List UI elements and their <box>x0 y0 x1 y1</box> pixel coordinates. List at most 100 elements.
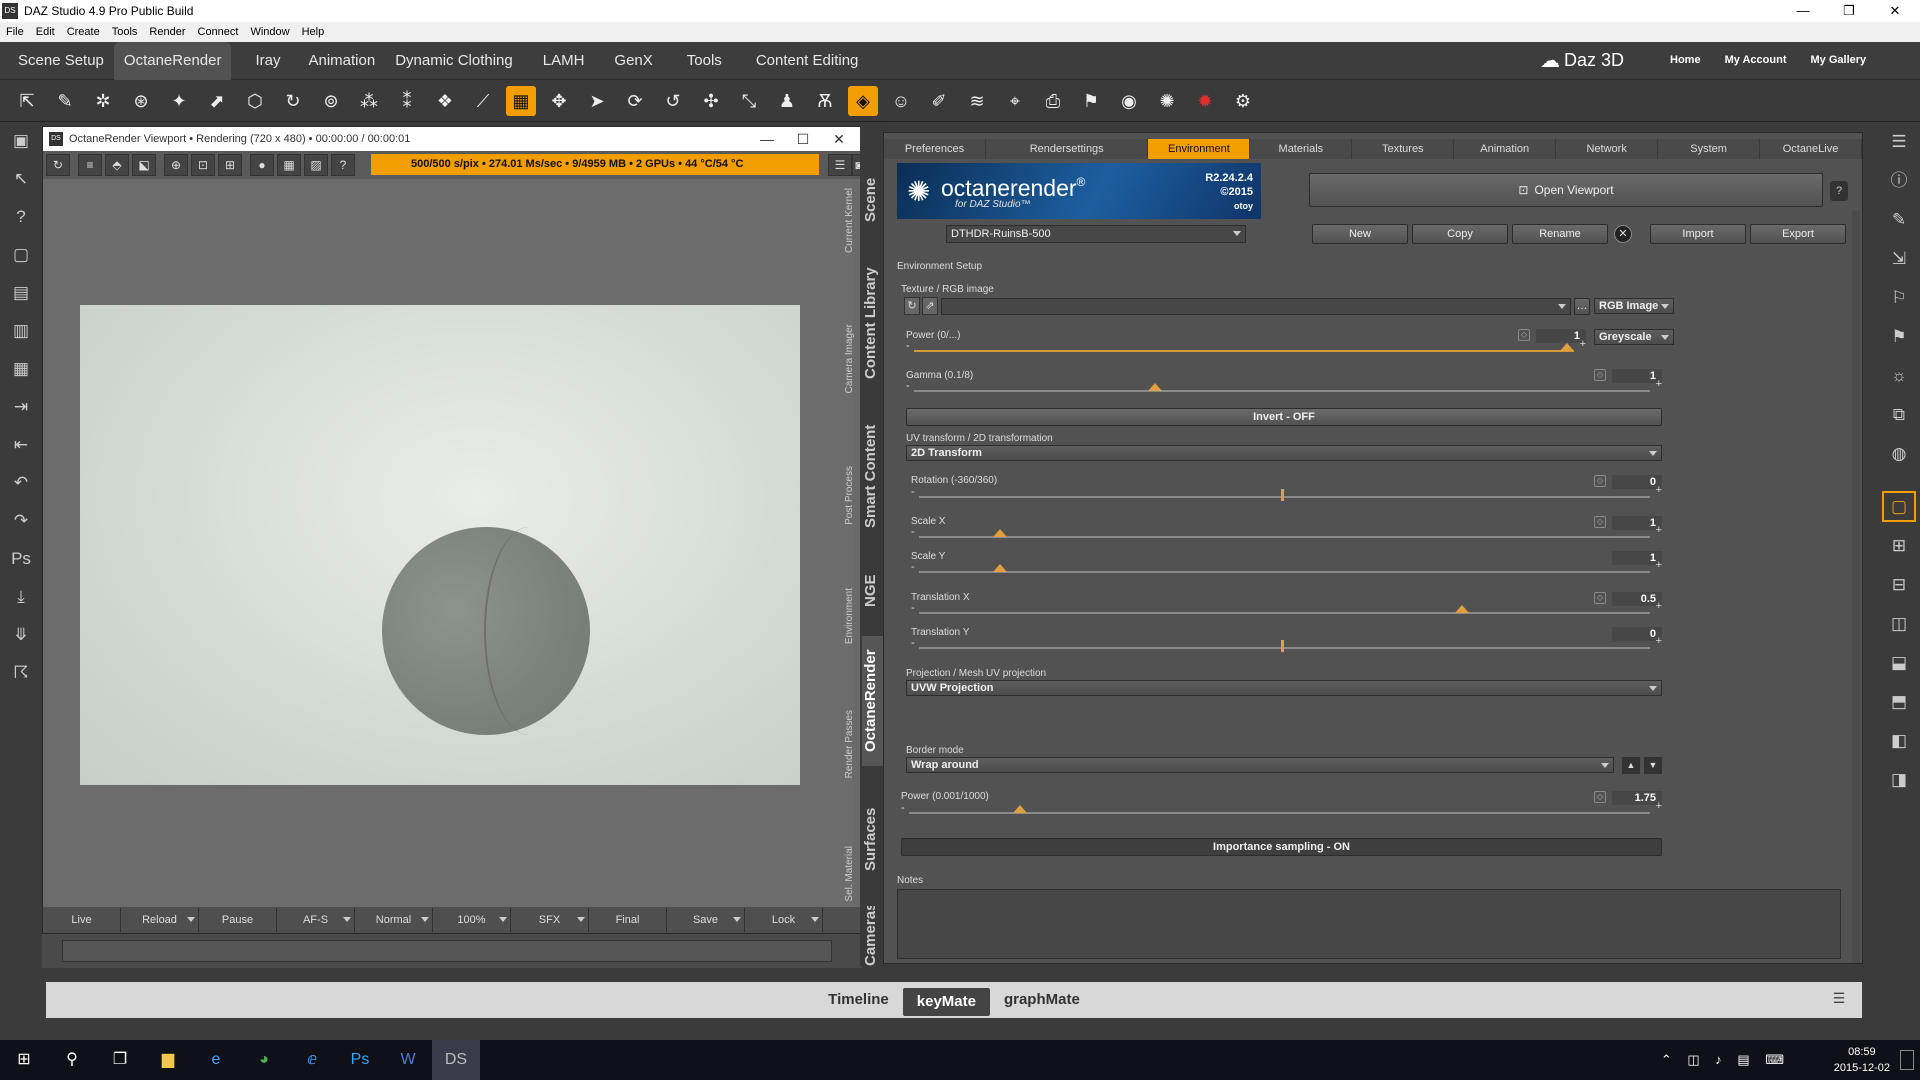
slider-track[interactable] <box>919 612 1650 614</box>
node-tool-icon[interactable]: ⬈ <box>202 86 232 116</box>
sculpt-tool-icon[interactable]: ❖ <box>430 86 460 116</box>
clock[interactable]: 08:59 2015-12-02 <box>1834 1044 1890 1076</box>
help-icon[interactable]: ? <box>0 198 42 236</box>
panel-scrollbar[interactable] <box>1852 211 1860 963</box>
panel-tab-materials[interactable]: Materials <box>1250 139 1353 159</box>
link-my-gallery[interactable]: My Gallery <box>1811 54 1867 66</box>
panel-tab-preferences[interactable]: Preferences <box>884 139 986 159</box>
pose-tool-icon[interactable]: ⚐ <box>1878 278 1920 317</box>
slider-knob[interactable] <box>1012 805 1027 813</box>
universal-move-icon[interactable]: ✥ <box>544 86 574 116</box>
hair-icon[interactable]: ≋ <box>962 86 992 116</box>
image-icon[interactable]: ▨ <box>304 154 328 176</box>
export-icon[interactable]: ⇤ <box>0 426 42 464</box>
texture-refresh-icon[interactable]: ↻ <box>904 297 920 315</box>
scale-tool-icon[interactable]: ⁑ <box>392 86 422 116</box>
search-icon[interactable]: ⚲ <box>48 1040 96 1080</box>
ie-icon[interactable]: e <box>192 1040 240 1080</box>
menu-connect[interactable]: Connect <box>192 26 245 38</box>
panel-help-icon[interactable]: ? <box>1830 181 1848 201</box>
frame-icon[interactable]: ⊡ <box>191 154 215 176</box>
slider-increment-icon[interactable]: + <box>1580 339 1586 350</box>
sequence-icon[interactable]: ⧉ <box>1878 395 1920 434</box>
region-icon[interactable]: ⬕ <box>132 154 156 176</box>
help-icon[interactable]: ? <box>331 154 355 176</box>
link-my-account[interactable]: My Account <box>1725 54 1787 66</box>
slider-increment-icon[interactable]: + <box>1656 560 1662 571</box>
side-tab-camera-imager[interactable]: Camera Imager <box>844 324 855 393</box>
live-button[interactable]: Live <box>43 908 121 932</box>
undo-icon[interactable]: ↶ <box>0 464 42 502</box>
pause-button[interactable]: Pause <box>199 908 277 932</box>
bottom-split-icon[interactable]: ⬓ <box>1878 643 1920 682</box>
slider-track[interactable] <box>919 536 1650 538</box>
render-canvas[interactable] <box>80 305 800 785</box>
pointer-icon[interactable]: ➤ <box>582 86 612 116</box>
photoshop-icon[interactable]: Ps <box>336 1040 384 1080</box>
scale-x-slider[interactable]: - + <box>911 525 1662 541</box>
final-button[interactable]: Final <box>589 908 667 932</box>
rotate-tool-icon[interactable]: ↻ <box>278 86 308 116</box>
importance-sampling-toggle[interactable]: Importance sampling - ON <box>901 838 1662 856</box>
panel-tab-network[interactable]: Network <box>1556 139 1659 159</box>
slider-increment-icon[interactable]: + <box>1656 379 1662 390</box>
tab-tools[interactable]: Tools <box>677 42 732 80</box>
side-tab-post-process[interactable]: Post Process <box>844 466 855 525</box>
move-down-icon[interactable]: ▼ <box>1644 757 1662 774</box>
paint-icon[interactable]: ⌖ <box>1000 86 1030 116</box>
ds-icon[interactable]: ▣ <box>0 122 42 160</box>
slider-knob[interactable] <box>992 564 1007 572</box>
merge-icon[interactable]: ▥ <box>0 312 42 350</box>
measure-tool-icon[interactable]: ⟋ <box>468 86 498 116</box>
task-view-icon[interactable]: ❐ <box>96 1040 144 1080</box>
globe-icon[interactable]: ◍ <box>1878 434 1920 473</box>
octane-icon[interactable]: ✺ <box>1152 86 1182 116</box>
timeline-track[interactable] <box>62 940 832 962</box>
start-icon[interactable]: ⊞ <box>0 1040 48 1080</box>
texture-browse-button[interactable]: … <box>1574 298 1590 315</box>
chrome-icon[interactable]: ◕ <box>240 1040 288 1080</box>
panel-tab-system[interactable]: System <box>1658 139 1761 159</box>
region-nav-icon[interactable]: ⬡ <box>240 86 270 116</box>
import-button[interactable]: Import <box>1650 224 1746 244</box>
right-split-icon[interactable]: ◨ <box>1878 760 1920 799</box>
single-view-icon[interactable]: ▢ <box>1878 487 1920 526</box>
texture-type-select[interactable]: RGB Image <box>1594 298 1674 314</box>
brush-tool-icon[interactable]: ✎ <box>1878 200 1920 239</box>
tab-octanerender[interactable]: OctaneRender <box>113 41 232 80</box>
panel-tab-animation[interactable]: Animation <box>1454 139 1557 159</box>
spot-render-icon[interactable]: ⚑ <box>1076 86 1106 116</box>
rotation-keyframe-icon[interactable]: ◇ <box>1594 475 1606 487</box>
drop-icon[interactable]: ⤓ <box>0 578 42 616</box>
transform-tool-icon[interactable]: ⁂ <box>354 86 384 116</box>
menu-tools[interactable]: Tools <box>106 26 144 38</box>
slider-track[interactable] <box>919 647 1650 649</box>
word-icon[interactable]: W <box>384 1040 432 1080</box>
split-h-icon[interactable]: ⊟ <box>1878 565 1920 604</box>
slider-decrement-icon[interactable]: - <box>911 562 915 573</box>
menu-file[interactable]: File <box>0 26 30 38</box>
menu-render[interactable]: Render <box>143 26 191 38</box>
preset-select[interactable]: DTHDR-RuinsB-500 <box>946 225 1246 243</box>
move-up-icon[interactable]: ▲ <box>1622 757 1640 774</box>
pane-menu-icon[interactable]: ☰ <box>1828 990 1850 1010</box>
list-icon[interactable]: ≡ <box>78 154 102 176</box>
panel-tab-rendersettings[interactable]: Rendersettings <box>986 139 1149 159</box>
link-home[interactable]: Home <box>1670 54 1701 66</box>
panel-tab-environment[interactable]: Environment <box>1148 139 1251 159</box>
border-mode-select[interactable]: Wrap around <box>906 757 1614 773</box>
circle-icon[interactable]: ● <box>250 154 274 176</box>
power2-keyframe-icon[interactable]: ◇ <box>1594 791 1606 803</box>
scale-icon[interactable]: ⤡ <box>734 86 764 116</box>
pose-icon[interactable]: ☈ <box>0 654 42 692</box>
tab-keymate[interactable]: keyMate <box>902 988 990 1016</box>
figure-icon[interactable]: ♟ <box>772 86 802 116</box>
slider-track[interactable] <box>914 350 1574 352</box>
slider-decrement-icon[interactable]: - <box>901 803 905 814</box>
split-v-icon[interactable]: ◫ <box>1878 604 1920 643</box>
edge-icon[interactable]: ⅇ <box>288 1040 336 1080</box>
close-icon[interactable]: ✕ <box>1872 0 1918 22</box>
menu-edit[interactable]: Edit <box>30 26 61 38</box>
top-split-icon[interactable]: ⬒ <box>1878 682 1920 721</box>
viewport-maximize-icon[interactable]: ☐ <box>785 127 821 151</box>
